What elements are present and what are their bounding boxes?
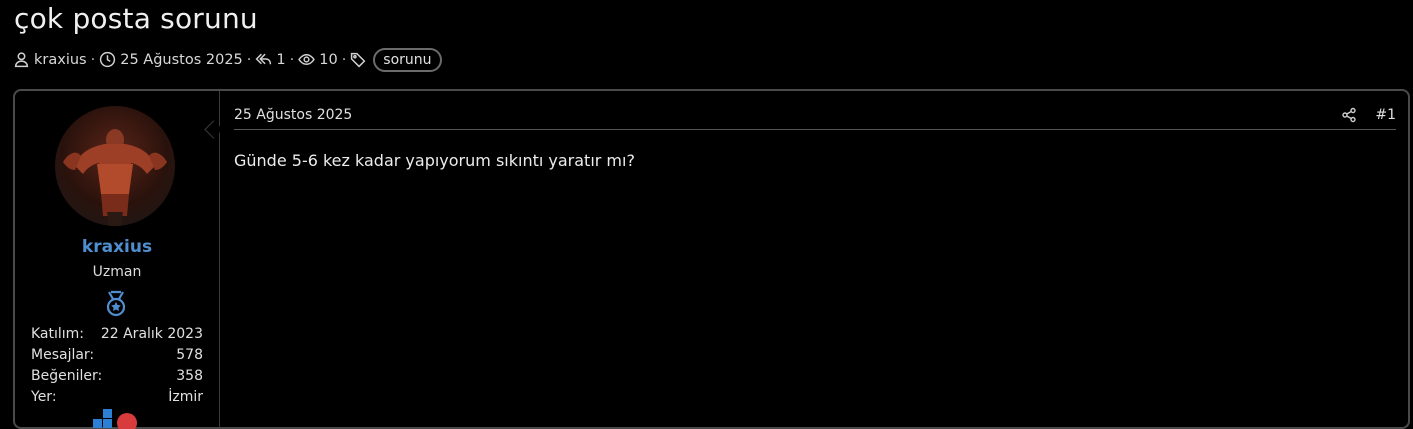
post-actions: #1 <box>1341 107 1396 123</box>
thread-title: çok posta sorunu <box>14 2 258 35</box>
user-icon <box>13 51 31 69</box>
stat-label: Yer: <box>31 389 57 405</box>
message-user-info: kraxius Uzman Katılım: 22 Aralık 2023 Me… <box>15 91 220 429</box>
stat-messages: Mesajlar: 578 <box>31 345 203 366</box>
reply-icon <box>255 51 273 69</box>
thread-date[interactable]: 25 Ağustos 2025 <box>120 52 243 68</box>
stat-value[interactable]: 578 <box>176 345 203 366</box>
stat-value: 358 <box>176 368 203 384</box>
stat-label: Katılım: <box>31 326 85 342</box>
user-title: Uzman <box>92 264 142 280</box>
stat-likes: Beğeniler: 358 <box>31 366 203 387</box>
meta-separator: · <box>246 52 252 68</box>
stat-value: 22 Aralık 2023 <box>100 326 203 342</box>
stat-value[interactable]: İzmir <box>168 387 203 408</box>
stat-joined: Katılım: 22 Aralık 2023 <box>31 324 203 345</box>
thread-meta: kraxius · 25 Ağustos 2025 · 1 · 10 · sor… <box>13 48 442 72</box>
post-date[interactable]: 25 Ağustos 2025 <box>234 107 352 123</box>
post-content: Günde 5-6 kez kadar yapıyorum sıkıntı ya… <box>234 151 635 170</box>
user-stats: Katılım: 22 Aralık 2023 Mesajlar: 578 Be… <box>31 324 203 408</box>
message-body: 25 Ağustos 2025 #1 Günde 5-6 kez kadar y… <box>234 91 1396 427</box>
user-flair-icons <box>91 409 143 429</box>
username[interactable]: kraxius <box>15 237 219 257</box>
medal-icon <box>104 290 128 318</box>
stat-label: Mesajlar: <box>31 347 95 363</box>
eye-icon <box>298 51 316 69</box>
avatar[interactable] <box>55 106 175 226</box>
meta-separator: · <box>289 52 295 68</box>
thread-tag[interactable]: sorunu <box>373 48 442 72</box>
message-container: kraxius Uzman Katılım: 22 Aralık 2023 Me… <box>13 89 1410 429</box>
share-icon[interactable] <box>1341 107 1357 123</box>
reply-count: 1 <box>276 52 286 68</box>
meta-separator: · <box>341 52 347 68</box>
stat-location: Yer: İzmir <box>31 387 203 408</box>
thread-author[interactable]: kraxius <box>34 52 87 68</box>
stat-label: Beğeniler: <box>31 368 103 384</box>
view-count: 10 <box>319 52 338 68</box>
post-header: 25 Ağustos 2025 #1 <box>234 107 1396 130</box>
tag-icon <box>350 51 368 69</box>
clock-icon <box>99 51 117 69</box>
meta-separator: · <box>90 52 96 68</box>
post-number[interactable]: #1 <box>1375 107 1396 123</box>
